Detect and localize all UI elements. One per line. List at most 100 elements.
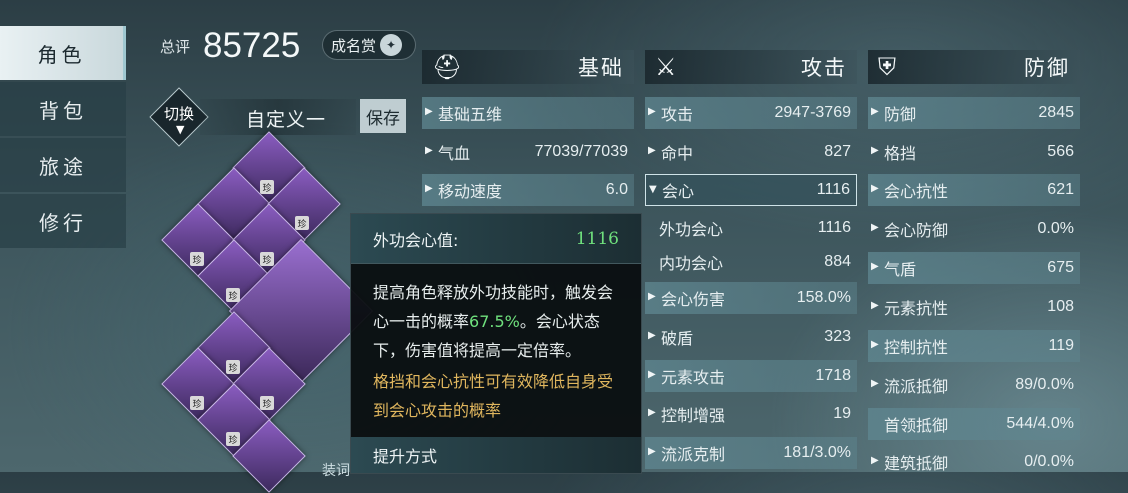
tab-bag[interactable]: 背包 [0, 82, 126, 136]
expand-arrow-icon: ▶ [425, 106, 433, 117]
stat-row-boss-resist[interactable]: 首领抵御 544/4.0% [868, 408, 1080, 440]
rarity-badge: 珍 [226, 432, 240, 446]
stat-label: 控制抗性 [884, 338, 949, 357]
stat-value: 77039/77039 [534, 143, 628, 160]
stat-row-move-speed[interactable]: ▶ 移动速度 6.0 [422, 174, 634, 206]
stat-value: 2845 [1038, 104, 1074, 121]
expand-arrow-icon: ▶ [648, 106, 656, 117]
stat-row-attack[interactable]: ▶ 攻击 2947-3769 [645, 97, 857, 129]
basic-header: ⛑ 基础 [422, 50, 634, 84]
stat-label: 外功会心 [659, 220, 724, 239]
stat-label: 破盾 [661, 329, 694, 348]
stat-label: 建筑抵御 [884, 454, 949, 473]
stat-label: 元素攻击 [661, 368, 726, 387]
expand-arrow-icon: ▶ [648, 446, 656, 457]
stat-value: 89/0.0% [1015, 376, 1074, 393]
stat-label: 内功会心 [659, 254, 724, 273]
stat-row-shield-break[interactable]: ▶ 破盾 323 [645, 321, 857, 353]
rarity-badge: 珍 [260, 252, 274, 266]
tooltip-description: 提高角色释放外功技能时，触发会心一击的概率67.5%。会心状态下，伤害值将提高一… [351, 264, 641, 365]
expand-arrow-icon: ▶ [871, 145, 879, 156]
shield-icon: ⛨ [878, 53, 896, 81]
defense-title: 防御 [1024, 56, 1070, 80]
save-button[interactable]: 保存 [360, 99, 406, 133]
stat-label: 命中 [661, 144, 694, 163]
stat-row-block[interactable]: ▶ 格挡 566 [868, 136, 1080, 168]
preset-name: 自定义一 [246, 109, 327, 131]
expand-arrow-icon: ▶ [871, 378, 879, 389]
stat-value: 827 [824, 143, 851, 160]
expand-arrow-icon: ▶ [425, 145, 433, 156]
rarity-badge: 珍 [190, 252, 204, 266]
tab-cultivation[interactable]: 修行 [0, 194, 126, 248]
collapse-arrow-icon: ▼ [649, 184, 657, 195]
stat-row-hp[interactable]: ▶ 气血 77039/77039 [422, 136, 634, 168]
stat-value: 323 [824, 328, 851, 345]
rarity-badge: 珍 [260, 396, 274, 410]
expand-arrow-icon: ▶ [648, 291, 656, 302]
stat-label: 格挡 [884, 144, 917, 163]
stat-value: 884 [824, 253, 851, 270]
expand-arrow-icon: ▶ [871, 183, 879, 194]
tooltip-desc-highlight: 67.5% [469, 312, 520, 331]
stat-row-control-boost[interactable]: ▶ 控制增强 19 [645, 398, 857, 430]
stat-label: 基础五维 [438, 105, 503, 124]
expand-arrow-icon: ▶ [871, 455, 879, 466]
expand-arrow-icon: ▶ [648, 369, 656, 380]
stat-row-crit-damage[interactable]: ▶ 会心伤害 158.0% [645, 282, 857, 314]
stat-label: 气血 [438, 144, 471, 163]
stat-row-defense[interactable]: ▶ 防御 2845 [868, 97, 1080, 129]
stat-label: 气盾 [884, 260, 917, 279]
basic-title: 基础 [578, 56, 624, 80]
defense-header: ⛨ 防御 [868, 50, 1080, 84]
stat-row-element-attack[interactable]: ▶ 元素攻击 1718 [645, 360, 857, 392]
stat-row-school-counter[interactable]: ▶ 流派克制 181/3.0% [645, 437, 857, 469]
fame-button[interactable]: 成名赏 ✦ [322, 30, 416, 60]
stat-value: 1718 [815, 367, 851, 384]
expand-arrow-icon: ▶ [871, 106, 879, 117]
stat-value: 6.0 [605, 181, 628, 198]
stat-value: 0.0% [1037, 220, 1074, 237]
tab-character[interactable]: 角色 [0, 26, 126, 80]
stat-value: 544/4.0% [1006, 415, 1074, 432]
stat-row-crit-resist[interactable]: ▶ 会心抗性 621 [868, 174, 1080, 206]
rarity-badge: 珍 [226, 360, 240, 374]
tooltip-improve-button[interactable]: 提升方式 [351, 437, 641, 473]
stat-label: 攻击 [661, 105, 694, 124]
attack-title: 攻击 [801, 56, 847, 80]
expand-arrow-icon: ▶ [871, 300, 879, 311]
attack-header: ⚔ 攻击 [645, 50, 857, 84]
stat-row-building-resist[interactable]: ▶ 建筑抵御 0/0.0% [868, 446, 1080, 478]
switch-label: 切换 [164, 105, 195, 123]
tooltip-note: 格挡和会心抗性可有效降低自身受到会心攻击的概率 [373, 372, 614, 420]
stat-label: 会心 [662, 182, 695, 201]
stat-row-school-resist[interactable]: ▶ 流派抵御 89/0.0% [868, 369, 1080, 401]
stat-row-crit[interactable]: ▼ 会心 1116 [645, 174, 857, 206]
crossed-swords-icon: ⚔ [655, 53, 677, 81]
tab-journey[interactable]: 旅途 [0, 138, 126, 192]
stat-row-element-resist[interactable]: ▶ 元素抗性 108 [868, 291, 1080, 323]
stat-value: 119 [1048, 337, 1074, 354]
stat-row-crit-defense[interactable]: ▶ 会心防御 0.0% [868, 213, 1080, 245]
stat-value: 621 [1047, 181, 1074, 198]
stat-row-control-resist[interactable]: ▶ 控制抗性 119 [868, 330, 1080, 362]
stat-value: 1116 [817, 219, 851, 236]
tooltip-header: 外功会心值: 1116 [351, 214, 641, 264]
stat-label: 元素抗性 [884, 299, 949, 318]
left-tab-bar: 角色 背包 旅途 修行 [0, 26, 126, 250]
stat-row-external-crit[interactable]: 外功会心 1116 [645, 212, 857, 244]
rarity-badge: 珍 [226, 288, 240, 302]
stat-label: 流派抵御 [884, 377, 949, 396]
stat-row-qi-shield[interactable]: ▶ 气盾 675 [868, 252, 1080, 284]
stat-row-basic-five[interactable]: ▶ 基础五维 [422, 97, 634, 129]
expand-arrow-icon: ▶ [648, 407, 656, 418]
stat-row-hit[interactable]: ▶ 命中 827 [645, 136, 857, 168]
tooltip-title: 外功会心值: [373, 230, 459, 250]
stat-label: 会心抗性 [884, 182, 949, 201]
stat-label: 首领抵御 [884, 416, 949, 435]
partial-label: 装词 [322, 463, 350, 479]
stat-value: 566 [1047, 143, 1074, 160]
stat-row-internal-crit[interactable]: 内功会心 884 [645, 246, 857, 278]
expand-arrow-icon: ▶ [871, 261, 879, 272]
expand-arrow-icon: ▶ [648, 145, 656, 156]
